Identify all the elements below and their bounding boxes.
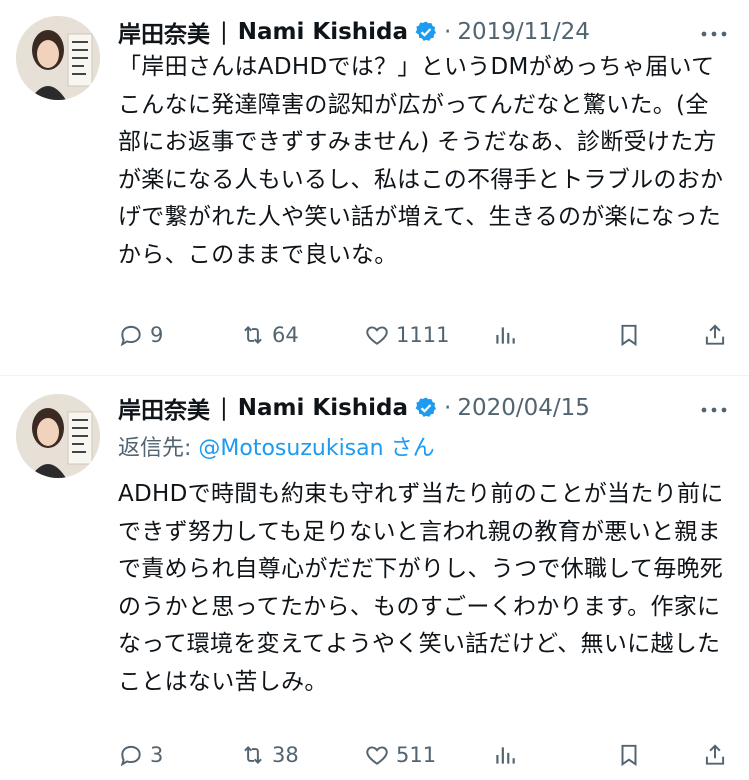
retweet-icon: [244, 326, 262, 344]
avatar[interactable]: [16, 16, 100, 100]
views-button[interactable]: [492, 738, 518, 772]
reply-icon: [120, 325, 141, 347]
reply-icon: [120, 745, 141, 767]
tweet-actions: 3 38 511: [118, 738, 730, 772]
retweet-icon: [244, 746, 262, 764]
avatar-image: [16, 16, 100, 100]
retweet-count: 64: [272, 323, 299, 347]
avatar-image: [16, 394, 100, 478]
reply-to-handle[interactable]: @Motosuzukisan: [198, 436, 383, 461]
more-icon[interactable]: [699, 400, 729, 420]
tweet-text: ADHDで時間も約束も守れず当たり前のことが当たり前にできず努力しても足りないと…: [118, 481, 724, 695]
more-icon[interactable]: [699, 24, 729, 44]
share-icon: [705, 324, 725, 345]
tweet-header: 岸田奈美 | Nami Kishida · 2020/04/15: [118, 390, 733, 426]
share-button[interactable]: [702, 318, 728, 352]
display-name[interactable]: 岸田奈美: [118, 15, 210, 49]
tweet-header: 岸田奈美 | Nami Kishida · 2019/11/24: [118, 14, 733, 50]
reply-count: 9: [150, 323, 164, 347]
date-dot: ·: [444, 19, 452, 45]
reply-to-line: 返信先: @Motosuzukisan さん: [118, 430, 435, 462]
name-separator: |: [220, 395, 228, 421]
bookmark-icon: [621, 744, 637, 767]
retweet-button[interactable]: 64: [240, 318, 299, 352]
views-icon: [496, 327, 515, 344]
display-name[interactable]: 岸田奈美: [118, 391, 210, 425]
views-button[interactable]: [492, 318, 518, 352]
tweet-text: 「岸田さんはADHDでは？」というDMがめっちゃ届いてこんなに発達障害の認知が広…: [118, 54, 724, 268]
name-separator: |: [220, 19, 228, 45]
tweet[interactable]: 岸田奈美 | Nami Kishida · 2019/11/24 「岸田さんはA…: [0, 0, 749, 375]
views-icon: [496, 747, 515, 764]
avatar[interactable]: [16, 394, 100, 478]
like-count: 511: [396, 743, 437, 767]
retweet-count: 38: [272, 743, 299, 767]
like-button[interactable]: 511: [364, 738, 436, 772]
share-icon: [705, 744, 725, 765]
like-icon: [366, 326, 388, 345]
retweet-button[interactable]: 38: [240, 738, 299, 772]
verified-badge-icon: [415, 397, 437, 417]
like-count: 1111: [396, 323, 450, 347]
reply-button[interactable]: 9: [118, 318, 163, 352]
bookmark-icon: [621, 324, 637, 347]
handle-name[interactable]: Nami Kishida: [238, 395, 408, 421]
like-button[interactable]: 1111: [364, 318, 449, 352]
handle-name[interactable]: Nami Kishida: [238, 19, 408, 45]
bookmark-button[interactable]: [616, 318, 642, 352]
reply-to-suffix: さん: [383, 436, 435, 461]
reply-count: 3: [150, 743, 164, 767]
tweet-actions: 9 64 1111: [118, 318, 730, 352]
verified-badge-icon: [415, 21, 437, 41]
like-icon: [366, 746, 388, 765]
tweet-date[interactable]: 2019/11/24: [457, 19, 590, 45]
tweet-date[interactable]: 2020/04/15: [457, 395, 590, 421]
share-button[interactable]: [702, 738, 728, 772]
reply-to-prefix: 返信先:: [118, 436, 199, 461]
date-dot: ·: [444, 395, 452, 421]
bookmark-button[interactable]: [616, 738, 642, 772]
reply-button[interactable]: 3: [118, 738, 163, 772]
tweet[interactable]: 岸田奈美 | Nami Kishida · 2020/04/15 返信先: @M…: [0, 376, 749, 780]
